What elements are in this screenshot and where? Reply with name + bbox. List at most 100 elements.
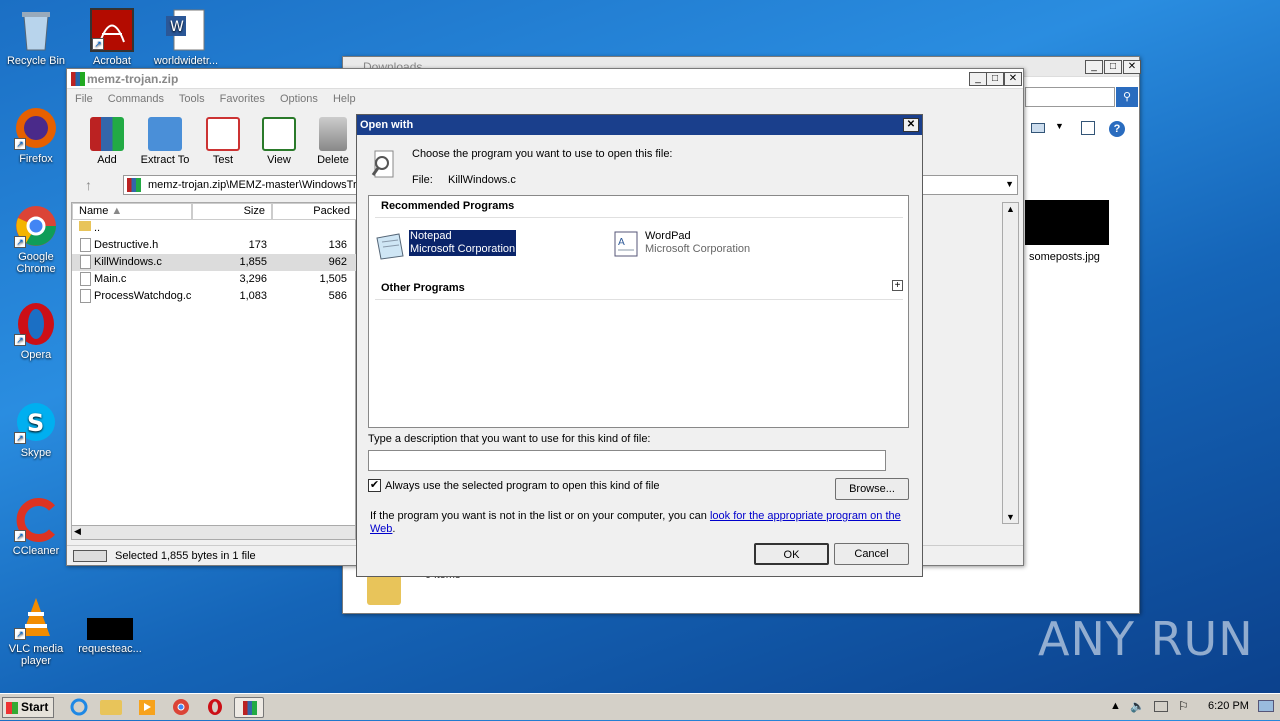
path-text: memz-trojan.zip\MEMZ-master\WindowsTro bbox=[148, 179, 358, 191]
clock[interactable]: 6:20 PM bbox=[1208, 700, 1249, 712]
view-button[interactable]: View bbox=[249, 117, 309, 166]
vertical-scrollbar[interactable]: ▲ ▼ bbox=[1002, 202, 1019, 524]
chevron-down-icon[interactable]: ▼ bbox=[1005, 179, 1014, 189]
taskbar-chrome-icon[interactable] bbox=[168, 697, 194, 718]
file-row-selected[interactable]: KillWindows.c 1,855 962 bbox=[72, 254, 357, 271]
preview-pane-icon[interactable] bbox=[1081, 121, 1095, 135]
taskbar-explorer-icon[interactable] bbox=[100, 700, 122, 715]
program-notepad[interactable]: Notepad Microsoft Corporation bbox=[373, 230, 523, 262]
open-with-dialog[interactable]: Open with ✕ Choose the program you want … bbox=[356, 114, 923, 577]
winrar-icon bbox=[243, 701, 257, 715]
test-button[interactable]: Test bbox=[193, 117, 253, 166]
word-document-icon: W bbox=[164, 8, 208, 52]
file-row[interactable]: Main.c 3,296 1,505 bbox=[72, 271, 357, 288]
column-name[interactable]: Name ▲ bbox=[72, 203, 192, 220]
desktop-icon-file[interactable]: requesteac... bbox=[74, 618, 146, 655]
desktop-icon-recycle-bin[interactable]: Recycle Bin bbox=[0, 8, 72, 67]
status-text: Selected 1,855 bytes in 1 file bbox=[115, 550, 256, 562]
minimize-button[interactable]: _ bbox=[1085, 60, 1103, 74]
dialog-titlebar[interactable]: Open with ✕ bbox=[357, 115, 922, 135]
taskbar-ie-icon[interactable] bbox=[66, 697, 92, 718]
scroll-up-icon[interactable]: ▲ bbox=[1006, 204, 1015, 214]
desktop-icon-opera[interactable]: ↗ Opera bbox=[0, 302, 72, 361]
desktop-icon-skype[interactable]: S ↗ Skype bbox=[0, 400, 72, 459]
program-wordpad[interactable]: A WordPad Microsoft Corporation bbox=[613, 230, 773, 262]
menu-file[interactable]: File bbox=[75, 93, 93, 105]
menu-favorites[interactable]: Favorites bbox=[220, 93, 265, 105]
close-button[interactable]: ✕ bbox=[1004, 72, 1022, 86]
start-button[interactable]: Start bbox=[2, 697, 54, 718]
maximize-button[interactable]: □ bbox=[986, 72, 1004, 86]
minimize-button[interactable]: _ bbox=[969, 72, 987, 86]
maximize-button[interactable]: □ bbox=[1104, 60, 1122, 74]
file-thumbnail[interactable] bbox=[1025, 200, 1109, 245]
help-icon[interactable]: ? bbox=[1109, 121, 1125, 137]
archive-icon bbox=[127, 178, 141, 192]
file-row[interactable]: ProcessWatchdog.c 1,083 586 bbox=[72, 288, 357, 305]
file-icon bbox=[80, 272, 91, 287]
file-size: 1,855 bbox=[239, 256, 267, 268]
description-label: Type a description that you want to use … bbox=[368, 433, 651, 445]
desktop-icon-firefox[interactable]: ↗ Firefox bbox=[0, 106, 72, 165]
menu-commands[interactable]: Commands bbox=[108, 93, 164, 105]
description-input[interactable] bbox=[368, 450, 886, 471]
menu-options[interactable]: Options bbox=[280, 93, 318, 105]
desktop-icon-vlc[interactable]: ↗ VLC media player bbox=[0, 596, 72, 667]
view-options-icon[interactable] bbox=[1031, 123, 1045, 133]
program-list[interactable]: Recommended Programs Notepad Microsoft C… bbox=[368, 195, 909, 428]
taskbar-media-player-icon[interactable] bbox=[134, 697, 160, 718]
winrar-toolbar: Add Extract To Test View Delete bbox=[77, 117, 367, 167]
add-button[interactable]: Add bbox=[77, 117, 137, 166]
delete-button[interactable]: Delete bbox=[303, 117, 363, 166]
show-desktop-icon[interactable] bbox=[1258, 700, 1274, 712]
cancel-button[interactable]: Cancel bbox=[834, 543, 909, 565]
extract-to-button[interactable]: Extract To bbox=[135, 117, 195, 166]
desktop-icon-word-doc[interactable]: W worldwidetr... bbox=[150, 8, 222, 67]
tray-chevron-icon[interactable]: ▲ bbox=[1110, 700, 1121, 712]
winrar-titlebar[interactable]: memz-trojan.zip _ □ ✕ bbox=[67, 69, 1023, 89]
chevron-down-icon[interactable]: ▼ bbox=[1055, 121, 1064, 131]
file-row-parent[interactable]: .. bbox=[72, 220, 357, 237]
menu-tools[interactable]: Tools bbox=[179, 93, 205, 105]
file-packed: 586 bbox=[328, 290, 347, 302]
always-use-checkbox[interactable]: ✔ bbox=[368, 479, 381, 492]
always-use-label[interactable]: Always use the selected program to open … bbox=[385, 480, 660, 492]
network-icon[interactable] bbox=[1154, 701, 1168, 712]
scroll-down-icon[interactable]: ▼ bbox=[1006, 512, 1015, 522]
path-bar-right[interactable]: ▼ bbox=[922, 175, 1018, 195]
explorer-search-box[interactable] bbox=[1025, 87, 1115, 107]
ok-button[interactable]: OK bbox=[754, 543, 829, 565]
desktop-icon-ccleaner[interactable]: ↗ CCleaner bbox=[0, 498, 72, 557]
speaker-icon[interactable]: 🔈 bbox=[1130, 699, 1145, 713]
taskbar-opera-icon[interactable] bbox=[202, 697, 228, 718]
browse-button[interactable]: Browse... bbox=[835, 478, 909, 500]
shortcut-arrow-icon: ↗ bbox=[14, 628, 26, 640]
svg-text:W: W bbox=[170, 19, 184, 35]
column-packed[interactable]: Packed bbox=[272, 203, 357, 220]
desktop-icon-acrobat[interactable]: ↗ Acrobat bbox=[76, 8, 148, 67]
file-row[interactable]: Destructive.h 173 136 bbox=[72, 237, 357, 254]
search-icon[interactable]: ⚲ bbox=[1116, 87, 1138, 107]
shortcut-arrow-icon: ↗ bbox=[14, 530, 26, 542]
close-button[interactable]: ✕ bbox=[903, 118, 919, 132]
horizontal-scrollbar[interactable]: ◀ bbox=[71, 525, 356, 540]
sort-arrow-icon: ▲ bbox=[111, 205, 123, 217]
info-text: If the program you want is not in the li… bbox=[370, 510, 910, 536]
file-list[interactable]: Name ▲ Size Packed .. Destructive.h 173 … bbox=[71, 202, 357, 527]
desktop-icon-chrome[interactable]: ↗ Google Chrome bbox=[0, 204, 72, 275]
scroll-left-icon[interactable]: ◀ bbox=[74, 526, 81, 537]
expand-icon[interactable]: + bbox=[892, 280, 903, 291]
up-arrow-icon[interactable]: ↑ bbox=[85, 177, 92, 193]
path-bar[interactable]: memz-trojan.zip\MEMZ-master\WindowsTro bbox=[123, 175, 358, 195]
taskbar-winrar-icon[interactable] bbox=[234, 697, 264, 718]
desktop-icon-label: VLC media player bbox=[8, 643, 64, 667]
action-center-flag-icon[interactable]: ⚐ bbox=[1178, 699, 1189, 713]
notepad-icon bbox=[373, 232, 405, 260]
folder-up-icon bbox=[79, 221, 91, 231]
column-size[interactable]: Size bbox=[192, 203, 272, 220]
view-label: View bbox=[267, 154, 291, 166]
close-button[interactable]: ✕ bbox=[1123, 60, 1141, 74]
menu-help[interactable]: Help bbox=[333, 93, 356, 105]
file-packed: 136 bbox=[328, 239, 347, 251]
clipboard-check-icon bbox=[206, 117, 240, 151]
